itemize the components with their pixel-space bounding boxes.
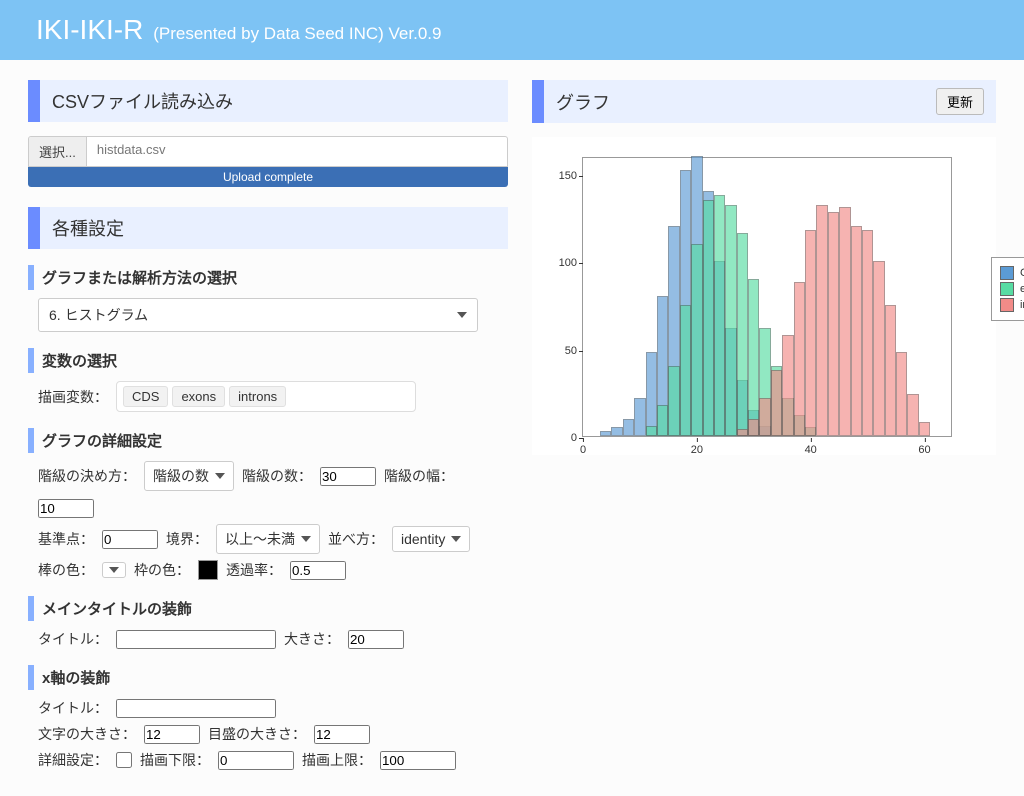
base-input[interactable]	[102, 530, 158, 549]
app-subtitle: (Presented by Data Seed INC) Ver.0.9	[153, 24, 441, 43]
bin-width-label: 階級の幅：	[384, 466, 454, 486]
chart-container: 0501001500204060 CDS exons introns	[532, 137, 996, 455]
legend-label: exons	[1020, 283, 1024, 295]
settings-section-title: 各種設定	[52, 215, 124, 241]
boundary-label: 境界：	[166, 529, 208, 549]
border-color-label: 枠の色：	[134, 560, 190, 580]
var-tag[interactable]: CDS	[123, 386, 168, 407]
file-choose-button[interactable]: 選択...	[29, 137, 87, 166]
chevron-down-icon	[215, 473, 225, 479]
base-label: 基準点：	[38, 529, 94, 549]
xaxis-subsection: x軸の装飾	[28, 665, 508, 690]
app-title: IKI-IKI-R	[36, 14, 143, 46]
xaxis-lower-input[interactable]	[218, 751, 294, 770]
xaxis-font-label: 文字の大きさ：	[38, 724, 136, 744]
xaxis-tick-label: 目盛の大きさ：	[208, 724, 306, 744]
file-name-display: histdata.csv	[87, 137, 507, 166]
vars-subsection: 変数の選択	[28, 348, 508, 373]
bar-color-select[interactable]	[102, 562, 126, 578]
legend-item: introns	[1000, 298, 1024, 312]
chevron-down-icon	[109, 567, 119, 573]
maintitle-input[interactable]	[116, 630, 276, 649]
boundary-value: 以上～未満	[225, 529, 295, 549]
maintitle-size-input[interactable]	[348, 630, 404, 649]
upload-progress: Upload complete	[28, 167, 508, 187]
bar-color-label: 棒の色：	[38, 560, 94, 580]
alpha-input[interactable]	[290, 561, 346, 580]
position-label: 並べ方：	[328, 529, 384, 549]
xaxis-upper-label: 描画上限：	[302, 750, 372, 770]
detail-subsection: グラフの詳細設定	[28, 428, 508, 453]
xaxis-lower-label: 描画下限：	[140, 750, 210, 770]
file-chooser[interactable]: 選択... histdata.csv	[28, 136, 508, 167]
alpha-label: 透過率：	[226, 560, 282, 580]
csv-section-header: CSVファイル読み込み	[28, 80, 508, 122]
method-subsection: グラフまたは解析方法の選択	[28, 265, 508, 290]
histogram-chart: 0501001500204060	[582, 157, 952, 437]
legend-label: CDS	[1020, 267, 1024, 279]
xaxis-adv-label: 詳細設定：	[38, 750, 108, 770]
graph-section-header: グラフ 更新	[532, 80, 996, 123]
xaxis-font-input[interactable]	[144, 725, 200, 744]
xaxis-title-label: タイトル：	[38, 698, 108, 718]
update-button[interactable]: 更新	[936, 88, 984, 115]
bin-method-select[interactable]: 階級の数	[144, 461, 234, 491]
csv-section-title: CSVファイル読み込み	[52, 88, 233, 114]
legend-item: CDS	[1000, 266, 1024, 280]
vars-tag-input[interactable]: CDS exons introns	[116, 381, 416, 412]
chevron-down-icon	[301, 536, 311, 542]
method-select-value: 6. ヒストグラム	[49, 305, 148, 325]
bin-width-input[interactable]	[38, 499, 94, 518]
position-select[interactable]: identity	[392, 526, 470, 552]
vars-label: 描画変数：	[38, 387, 108, 407]
chevron-down-icon	[451, 536, 461, 542]
bin-method-label: 階級の決め方：	[38, 466, 136, 486]
legend-item: exons	[1000, 282, 1024, 296]
settings-section-header: 各種設定	[28, 207, 508, 249]
boundary-select[interactable]: 以上～未満	[216, 524, 320, 554]
position-value: identity	[401, 531, 445, 547]
chevron-down-icon	[457, 312, 467, 318]
app-header: IKI-IKI-R (Presented by Data Seed INC) V…	[0, 0, 1024, 60]
xaxis-upper-input[interactable]	[380, 751, 456, 770]
var-tag[interactable]: exons	[172, 386, 225, 407]
bin-count-input[interactable]	[320, 467, 376, 486]
xaxis-tick-input[interactable]	[314, 725, 370, 744]
legend-label: introns	[1020, 299, 1024, 311]
bin-method-value: 階級の数	[153, 466, 209, 486]
maintitle-subsection: メインタイトルの装飾	[28, 596, 508, 621]
border-color-swatch[interactable]	[198, 560, 218, 580]
xaxis-title-input[interactable]	[116, 699, 276, 718]
xaxis-adv-checkbox[interactable]	[116, 752, 132, 768]
var-tag[interactable]: introns	[229, 386, 286, 407]
chart-legend: CDS exons introns	[991, 257, 1024, 321]
maintitle-label: タイトル：	[38, 629, 108, 649]
maintitle-size-label: 大きさ：	[284, 629, 340, 649]
bin-count-label: 階級の数：	[242, 466, 312, 486]
graph-section-title: グラフ	[556, 89, 610, 115]
method-select[interactable]: 6. ヒストグラム	[38, 298, 478, 332]
